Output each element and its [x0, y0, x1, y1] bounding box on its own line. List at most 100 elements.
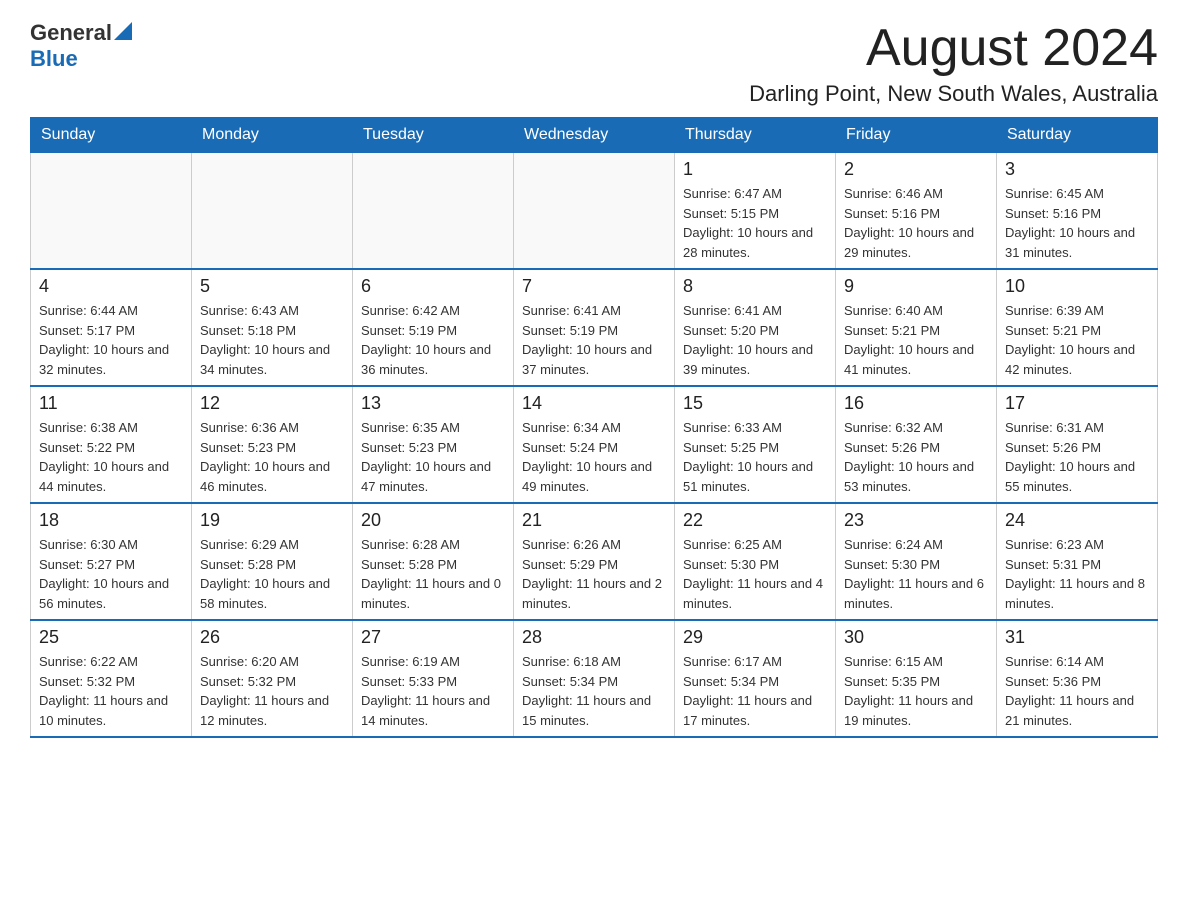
day-number: 3 [1005, 159, 1149, 180]
day-number: 23 [844, 510, 988, 531]
calendar-day-cell: 8 Sunrise: 6:41 AM Sunset: 5:20 PM Daylig… [675, 269, 836, 386]
calendar-week-row: 25Sunrise: 6:22 AM Sunset: 5:32 PM Dayli… [31, 620, 1158, 737]
logo-general-text: General [30, 20, 112, 46]
day-info: Sunrise: 6:44 AM Sunset: 5:17 PM Dayligh… [39, 301, 183, 379]
day-number: 14 [522, 393, 666, 414]
calendar-day-cell: 17 Sunrise: 6:31 AM Sunset: 5:26 PM Dayli… [997, 386, 1158, 503]
calendar-day-cell [31, 153, 192, 270]
calendar-day-cell: 5Sunrise: 6:43 AM Sunset: 5:18 PM Daylig… [192, 269, 353, 386]
calendar-day-cell: 3 Sunrise: 6:45 AM Sunset: 5:16 PM Daylig… [997, 153, 1158, 270]
day-number: 12 [200, 393, 344, 414]
day-info: Sunrise: 6:41 AM Sunset: 5:20 PM Dayligh… [683, 301, 827, 379]
calendar-week-row: 4 Sunrise: 6:44 AM Sunset: 5:17 PM Daylig… [31, 269, 1158, 386]
day-number: 30 [844, 627, 988, 648]
day-number: 10 [1005, 276, 1149, 297]
calendar-day-cell: 15 Sunrise: 6:33 AM Sunset: 5:25 PM Dayli… [675, 386, 836, 503]
day-info: Sunrise: 6:33 AM Sunset: 5:25 PM Dayligh… [683, 418, 827, 496]
day-number: 11 [39, 393, 183, 414]
day-number: 27 [361, 627, 505, 648]
day-number: 21 [522, 510, 666, 531]
calendar-week-row: 18 Sunrise: 6:30 AM Sunset: 5:27 PM Dayli… [31, 503, 1158, 620]
day-info: Sunrise: 6:47 AM Sunset: 5:15 PM Dayligh… [683, 184, 827, 262]
calendar-day-cell: 18 Sunrise: 6:30 AM Sunset: 5:27 PM Dayli… [31, 503, 192, 620]
calendar-day-cell: 10 Sunrise: 6:39 AM Sunset: 5:21 PM Dayli… [997, 269, 1158, 386]
calendar-day-cell: 7 Sunrise: 6:41 AM Sunset: 5:19 PM Daylig… [514, 269, 675, 386]
day-number: 28 [522, 627, 666, 648]
day-info: Sunrise: 6:17 AM Sunset: 5:34 PM Dayligh… [683, 652, 827, 730]
calendar-day-cell: 9 Sunrise: 6:40 AM Sunset: 5:21 PM Daylig… [836, 269, 997, 386]
calendar-day-cell: 13 Sunrise: 6:35 AM Sunset: 5:23 PM Dayli… [353, 386, 514, 503]
day-number: 29 [683, 627, 827, 648]
day-info: Sunrise: 6:30 AM Sunset: 5:27 PM Dayligh… [39, 535, 183, 613]
calendar-day-cell: 30Sunrise: 6:15 AM Sunset: 5:35 PM Dayli… [836, 620, 997, 737]
day-info: Sunrise: 6:22 AM Sunset: 5:32 PM Dayligh… [39, 652, 183, 730]
calendar-day-cell: 21 Sunrise: 6:26 AM Sunset: 5:29 PM Dayli… [514, 503, 675, 620]
day-info: Sunrise: 6:29 AM Sunset: 5:28 PM Dayligh… [200, 535, 344, 613]
day-info: Sunrise: 6:32 AM Sunset: 5:26 PM Dayligh… [844, 418, 988, 496]
day-info: Sunrise: 6:26 AM Sunset: 5:29 PM Dayligh… [522, 535, 666, 613]
calendar-day-cell [514, 153, 675, 270]
day-number: 24 [1005, 510, 1149, 531]
day-info: Sunrise: 6:20 AM Sunset: 5:32 PM Dayligh… [200, 652, 344, 730]
calendar-day-cell: 27 Sunrise: 6:19 AM Sunset: 5:33 PM Dayli… [353, 620, 514, 737]
day-number: 16 [844, 393, 988, 414]
day-info: Sunrise: 6:36 AM Sunset: 5:23 PM Dayligh… [200, 418, 344, 496]
calendar-day-cell: 11 Sunrise: 6:38 AM Sunset: 5:22 PM Dayli… [31, 386, 192, 503]
location-title: Darling Point, New South Wales, Australi… [749, 81, 1158, 107]
logo: General Blue [30, 20, 132, 72]
page-header: General Blue August 2024 Darling Point, … [30, 20, 1158, 107]
calendar-day-cell: 23Sunrise: 6:24 AM Sunset: 5:30 PM Dayli… [836, 503, 997, 620]
day-number: 15 [683, 393, 827, 414]
calendar-day-cell: 26Sunrise: 6:20 AM Sunset: 5:32 PM Dayli… [192, 620, 353, 737]
logo-blue-text: Blue [30, 46, 78, 71]
day-info: Sunrise: 6:14 AM Sunset: 5:36 PM Dayligh… [1005, 652, 1149, 730]
calendar-day-header-wednesday: Wednesday [514, 118, 675, 153]
day-info: Sunrise: 6:40 AM Sunset: 5:21 PM Dayligh… [844, 301, 988, 379]
calendar-day-cell: 25Sunrise: 6:22 AM Sunset: 5:32 PM Dayli… [31, 620, 192, 737]
day-number: 13 [361, 393, 505, 414]
day-number: 7 [522, 276, 666, 297]
calendar-day-cell: 4 Sunrise: 6:44 AM Sunset: 5:17 PM Daylig… [31, 269, 192, 386]
day-number: 22 [683, 510, 827, 531]
calendar-day-header-monday: Monday [192, 118, 353, 153]
day-number: 6 [361, 276, 505, 297]
day-info: Sunrise: 6:41 AM Sunset: 5:19 PM Dayligh… [522, 301, 666, 379]
day-number: 1 [683, 159, 827, 180]
day-info: Sunrise: 6:35 AM Sunset: 5:23 PM Dayligh… [361, 418, 505, 496]
day-info: Sunrise: 6:42 AM Sunset: 5:19 PM Dayligh… [361, 301, 505, 379]
day-info: Sunrise: 6:43 AM Sunset: 5:18 PM Dayligh… [200, 301, 344, 379]
day-info: Sunrise: 6:45 AM Sunset: 5:16 PM Dayligh… [1005, 184, 1149, 262]
calendar-day-cell: 19 Sunrise: 6:29 AM Sunset: 5:28 PM Dayli… [192, 503, 353, 620]
calendar-day-cell: 31 Sunrise: 6:14 AM Sunset: 5:36 PM Dayli… [997, 620, 1158, 737]
logo-triangle-icon [114, 22, 132, 40]
day-number: 19 [200, 510, 344, 531]
day-number: 31 [1005, 627, 1149, 648]
calendar-table: SundayMondayTuesdayWednesdayThursdayFrid… [30, 117, 1158, 738]
calendar-day-header-friday: Friday [836, 118, 997, 153]
calendar-day-cell: 16 Sunrise: 6:32 AM Sunset: 5:26 PM Dayli… [836, 386, 997, 503]
day-number: 8 [683, 276, 827, 297]
day-number: 20 [361, 510, 505, 531]
day-info: Sunrise: 6:31 AM Sunset: 5:26 PM Dayligh… [1005, 418, 1149, 496]
day-number: 9 [844, 276, 988, 297]
day-number: 4 [39, 276, 183, 297]
day-info: Sunrise: 6:38 AM Sunset: 5:22 PM Dayligh… [39, 418, 183, 496]
calendar-day-cell [353, 153, 514, 270]
day-info: Sunrise: 6:34 AM Sunset: 5:24 PM Dayligh… [522, 418, 666, 496]
calendar-day-header-sunday: Sunday [31, 118, 192, 153]
calendar-week-row: 1 Sunrise: 6:47 AM Sunset: 5:15 PM Daylig… [31, 153, 1158, 270]
day-info: Sunrise: 6:39 AM Sunset: 5:21 PM Dayligh… [1005, 301, 1149, 379]
day-number: 18 [39, 510, 183, 531]
calendar-day-cell: 28Sunrise: 6:18 AM Sunset: 5:34 PM Dayli… [514, 620, 675, 737]
calendar-week-row: 11 Sunrise: 6:38 AM Sunset: 5:22 PM Dayli… [31, 386, 1158, 503]
day-info: Sunrise: 6:23 AM Sunset: 5:31 PM Dayligh… [1005, 535, 1149, 613]
calendar-day-header-saturday: Saturday [997, 118, 1158, 153]
calendar-day-cell [192, 153, 353, 270]
day-number: 17 [1005, 393, 1149, 414]
calendar-day-cell: 12 Sunrise: 6:36 AM Sunset: 5:23 PM Dayli… [192, 386, 353, 503]
calendar-day-cell: 1 Sunrise: 6:47 AM Sunset: 5:15 PM Daylig… [675, 153, 836, 270]
day-info: Sunrise: 6:19 AM Sunset: 5:33 PM Dayligh… [361, 652, 505, 730]
calendar-header-row: SundayMondayTuesdayWednesdayThursdayFrid… [31, 118, 1158, 153]
title-area: August 2024 Darling Point, New South Wal… [749, 20, 1158, 107]
calendar-day-header-thursday: Thursday [675, 118, 836, 153]
